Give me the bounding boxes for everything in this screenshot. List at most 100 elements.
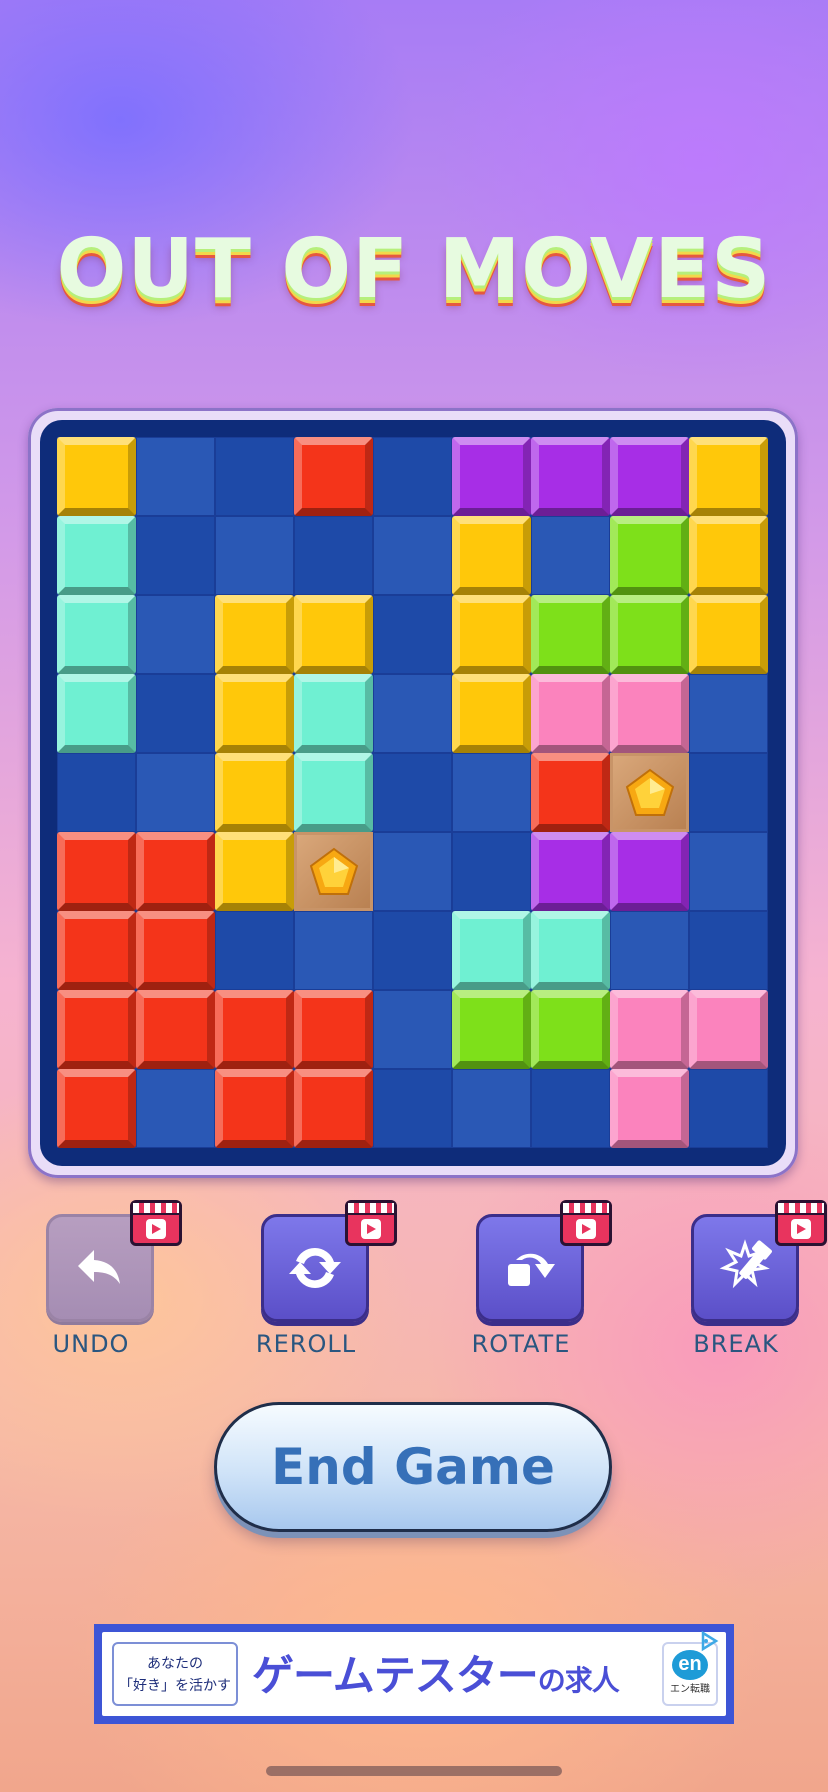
board-grid[interactable]	[57, 437, 768, 1148]
watch-ad-badge	[345, 1200, 397, 1246]
color-block	[531, 595, 610, 674]
board-cell[interactable]	[689, 1069, 768, 1148]
color-block	[531, 437, 610, 516]
board-cell[interactable]	[452, 832, 531, 911]
board-cell[interactable]	[689, 911, 768, 990]
gem-block	[610, 753, 689, 832]
board-cell[interactable]	[452, 1069, 531, 1148]
ad-tagline-line1: あなたの	[147, 1655, 203, 1671]
board-cell[interactable]	[531, 516, 610, 595]
ad-logo-mark: en	[672, 1650, 708, 1680]
color-block	[215, 595, 294, 674]
undo-arrow-icon	[78, 1250, 120, 1284]
color-block	[294, 1069, 373, 1148]
board-cell[interactable]	[689, 674, 768, 753]
play-icon	[152, 1224, 161, 1234]
board-cell[interactable]	[373, 990, 452, 1069]
color-block	[57, 674, 136, 753]
color-block	[531, 832, 610, 911]
play-icon	[797, 1224, 806, 1234]
board-cell[interactable]	[136, 753, 215, 832]
rotate-label: ROTATE	[471, 1330, 571, 1358]
board-cell[interactable]	[531, 1069, 610, 1148]
rotate-tool[interactable]: ROTATE	[446, 1196, 612, 1358]
board-cell[interactable]	[373, 832, 452, 911]
board-cell[interactable]	[610, 911, 689, 990]
board-cell[interactable]	[373, 674, 452, 753]
color-block	[531, 990, 610, 1069]
color-block	[452, 990, 531, 1069]
color-block	[610, 516, 689, 595]
undo-tool[interactable]: UNDO	[16, 1196, 182, 1358]
color-block	[610, 1069, 689, 1148]
board-cell[interactable]	[452, 753, 531, 832]
ad-choices-icon[interactable]	[698, 1630, 720, 1652]
color-block	[57, 437, 136, 516]
board-cell[interactable]	[689, 832, 768, 911]
color-block	[689, 990, 768, 1069]
color-block	[294, 595, 373, 674]
board-cell[interactable]	[373, 1069, 452, 1148]
ad-tagline-line2: 「好き」を活かす	[119, 1677, 231, 1693]
home-indicator[interactable]	[266, 1766, 562, 1776]
color-block	[531, 911, 610, 990]
color-block	[452, 516, 531, 595]
board-cell[interactable]	[136, 516, 215, 595]
color-block	[136, 832, 215, 911]
color-block	[57, 990, 136, 1069]
color-block	[57, 595, 136, 674]
color-block	[136, 990, 215, 1069]
break-tool[interactable]: BREAK	[661, 1196, 827, 1358]
ad-headline-text: ゲームテスター	[252, 1651, 539, 1700]
board-cell[interactable]	[136, 437, 215, 516]
reroll-label: REROLL	[255, 1330, 357, 1358]
board-cell[interactable]	[215, 516, 294, 595]
color-block	[215, 753, 294, 832]
gem-icon	[309, 847, 358, 895]
board-cell[interactable]	[689, 753, 768, 832]
play-icon	[367, 1224, 376, 1234]
undo-label: UNDO	[52, 1330, 130, 1358]
color-block	[689, 595, 768, 674]
color-block	[136, 911, 215, 990]
end-game-button[interactable]: End Game	[214, 1402, 612, 1532]
board-cell[interactable]	[373, 437, 452, 516]
tools-bar: UNDO REROLL ROTATE BREAK	[0, 1196, 828, 1358]
ad-content[interactable]: あなたの 「好き」を活かす ゲームテスターの求人 en エン転職	[102, 1630, 726, 1716]
watch-ad-badge	[560, 1200, 612, 1246]
color-block	[215, 674, 294, 753]
reroll-tool[interactable]: REROLL	[231, 1196, 397, 1358]
board-cell[interactable]	[294, 911, 373, 990]
gem-block	[294, 832, 373, 911]
board-cell[interactable]	[136, 1069, 215, 1148]
play-icon	[582, 1224, 591, 1234]
board-cell[interactable]	[57, 753, 136, 832]
color-block	[294, 674, 373, 753]
ad-headline-suffix: の求人	[537, 1664, 620, 1697]
color-block	[57, 832, 136, 911]
board-cell[interactable]	[136, 674, 215, 753]
board-cell[interactable]	[373, 516, 452, 595]
break-label: BREAK	[693, 1330, 779, 1358]
color-block	[452, 437, 531, 516]
board-cell[interactable]	[373, 753, 452, 832]
ad-banner[interactable]: あなたの 「好き」を活かす ゲームテスターの求人 en エン転職	[94, 1624, 734, 1724]
color-block	[294, 753, 373, 832]
board-cell[interactable]	[215, 911, 294, 990]
color-block	[57, 516, 136, 595]
board-cell[interactable]	[373, 911, 452, 990]
hammer-break-icon	[719, 1239, 772, 1289]
color-block	[689, 437, 768, 516]
ad-logo-caption: エン転職	[670, 1684, 710, 1695]
board-cell[interactable]	[136, 595, 215, 674]
color-block	[452, 911, 531, 990]
board-cell[interactable]	[373, 595, 452, 674]
watch-ad-badge	[130, 1200, 182, 1246]
board-cell[interactable]	[215, 437, 294, 516]
rotate-icon	[508, 1253, 555, 1286]
color-block	[215, 832, 294, 911]
color-block	[610, 990, 689, 1069]
watch-ad-badge	[775, 1200, 827, 1246]
color-block	[452, 674, 531, 753]
board-cell[interactable]	[294, 516, 373, 595]
